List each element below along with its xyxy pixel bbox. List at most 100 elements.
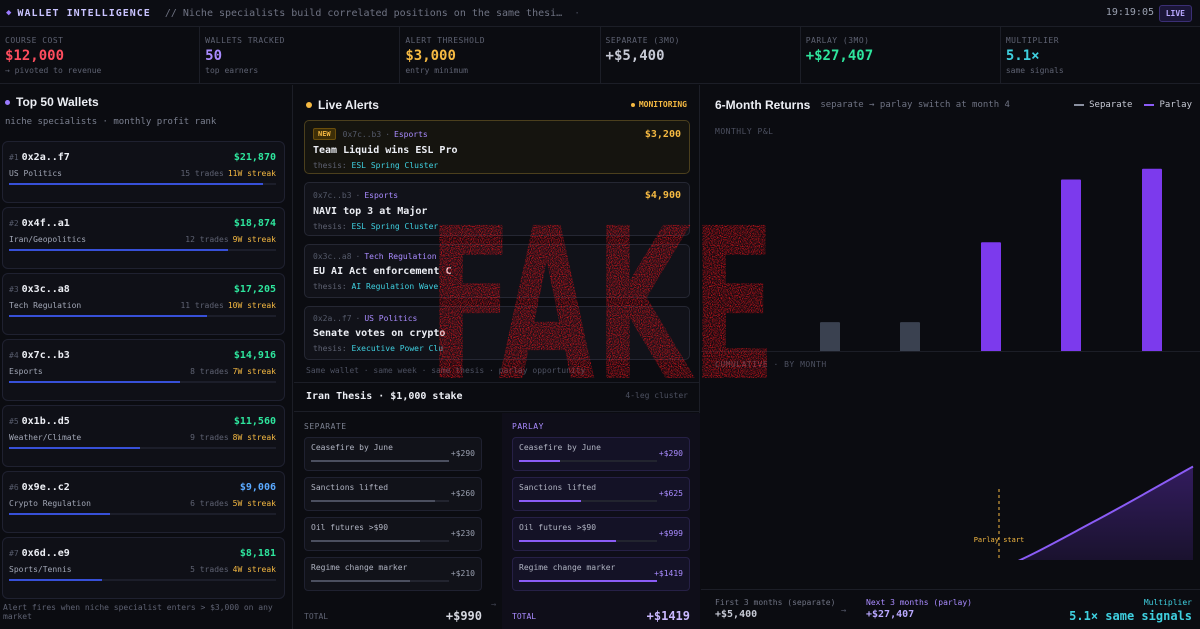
leg-amount: +$230: [450, 529, 475, 538]
separate-column: SEPARATE Ceasefire by June +$290 Sanctions…: [294, 413, 492, 629]
wallet-category: Sports/Tennis: [9, 565, 72, 574]
alert-title: Team Liquid wins ESL Pro: [313, 145, 458, 156]
separate-label: SEPARATE: [304, 422, 347, 431]
wallet-card[interactable]: #5 0x1b..d5 $11,560 Weather/Climate 9 trades…: [2, 405, 285, 467]
wallet-address: 0x6d..e9: [21, 548, 70, 559]
wallet-progress-fill: [9, 381, 180, 383]
wallet-category: Esports: [9, 367, 43, 376]
multiplier-summary: Multiplier 5.1× same signals: [1069, 598, 1192, 623]
wallet-card[interactable]: #3 0x3c..a8 $17,205 Tech Regulation 11 trade…: [2, 273, 285, 335]
leg-progress-fill: [519, 460, 561, 462]
alert-address: 0x3c..a8: [313, 252, 352, 261]
thesis-link[interactable]: ESL Spring Cluster: [352, 222, 439, 231]
wallet-category: Tech Regulation: [9, 301, 82, 310]
parlay-total: TOTAL +$1419: [512, 609, 690, 623]
stat-value: 50: [205, 48, 223, 64]
alert-card[interactable]: NEW 0x7c..b3 · Esports $3,200 Team Liquid win…: [304, 120, 690, 174]
alert-card[interactable]: 0x7c..b3 · Esports $4,900 NAVI top 3 at Majo…: [304, 182, 690, 236]
status-dot-icon: [306, 101, 312, 108]
bar-separate-3: [900, 322, 920, 351]
wallet-address: 0x4f..a1: [21, 218, 70, 229]
returns-subtitle: separate → parlay switch at month 4: [820, 100, 1010, 110]
wallet-card[interactable]: #2 0x4f..a1 $18,874 Iran/Geopolitics 12 trad…: [2, 207, 285, 269]
wallet-address: 0x2a..f7: [21, 152, 70, 163]
leg-card: Ceasefire by June +$290: [512, 437, 690, 471]
stat-card: SEPARATE (3MO) +$5,400: [601, 27, 801, 83]
thesis-link[interactable]: Executive Power Clu: [352, 344, 444, 353]
alert-card[interactable]: 0x3c..a8 · Tech Regulation EU AI Act enforc…: [304, 244, 690, 298]
stat-value: +$5,400: [605, 48, 665, 64]
wallet-trades: 12 trades: [185, 235, 229, 244]
alert-address: 0x2a..f7: [313, 314, 352, 323]
wallet-streak: 9W streak: [232, 235, 276, 244]
leg-amount: +$999: [658, 529, 683, 538]
leg-progress-track: [519, 540, 657, 542]
leg-card: Oil futures >$90 +$999: [512, 517, 690, 551]
leg-progress-track: [311, 460, 449, 462]
alert-category: US Politics: [364, 314, 418, 323]
wallet-progress-track: [9, 513, 276, 515]
stat-label: MULTIPLIER: [1005, 36, 1060, 45]
wallet-progress-fill: [9, 249, 228, 251]
wallet-category: Iran/Geopolitics: [9, 235, 87, 244]
brand-title: WALLET INTELLIGENCE: [17, 7, 151, 19]
wallet-address: 0x7c..b3: [21, 350, 70, 361]
monitoring-badge: MONITORING: [630, 100, 687, 109]
alert-address: 0x7c..b3: [342, 129, 382, 139]
returns-footer: First 3 months (separate) +$5,400 → Next…: [701, 589, 1200, 629]
stat-card: ALERT THRESHOLD $3,000 entry minimum: [400, 27, 601, 83]
thesis-label: thesis:: [313, 222, 347, 231]
wallet-streak: 8W streak: [232, 433, 276, 442]
wallets-panel-title: Top 50 Wallets: [5, 95, 286, 109]
wallets-footer: Alert fires when niche specialist enters…: [3, 603, 273, 621]
wallet-pnl: $8,181: [239, 548, 276, 559]
alert-title: Senate votes on crypto: [313, 328, 446, 339]
leg-card: Sanctions lifted +$260: [304, 477, 482, 511]
thesis-label: thesis:: [313, 161, 347, 170]
thesis-link[interactable]: AI Regulation Wave: [352, 282, 439, 291]
stats-row: COURSE COST $12,000 → pivoted to revenue WA…: [0, 27, 1200, 84]
wallet-address: 0x9e..c2: [21, 482, 70, 493]
thesis-label: thesis:: [313, 282, 347, 291]
live-button[interactable]: LIVE: [1158, 5, 1192, 22]
wallet-progress-fill: [9, 315, 207, 317]
leg-progress-track: [519, 500, 657, 502]
alert-amount: $4,900: [644, 190, 681, 201]
leg-card: Ceasefire by June +$290: [304, 437, 482, 471]
alert-amount: $3,200: [644, 128, 681, 140]
stat-value: $12,000: [5, 48, 65, 64]
leg-progress-fill: [311, 580, 411, 582]
stat-card: MULTIPLIER 5.1× same signals: [1001, 27, 1200, 83]
leg-progress-track: [311, 540, 449, 542]
leg-progress-fill: [519, 500, 582, 502]
alert-category: Esports: [364, 191, 399, 200]
legend-swatch-parlay: [1144, 104, 1155, 106]
wallet-progress-track: [9, 315, 276, 317]
legend-swatch-separate: [1074, 104, 1085, 106]
alert-address: 0x7c..b3: [313, 191, 352, 200]
bar-parlay-4: [981, 242, 1001, 351]
wallet-trades: 8 trades: [190, 367, 229, 376]
wallet-card[interactable]: #4 0x7c..b3 $14,916 Esports 8 trades 7W strea…: [2, 339, 285, 401]
wallet-card[interactable]: #7 0x6d..e9 $8,181 Sports/Tennis 5 trades 4W …: [2, 537, 285, 599]
separator-dot-icon: ·: [355, 314, 361, 323]
wallet-category: US Politics: [9, 169, 62, 178]
iran-legs-label: 4-leg cluster: [625, 391, 688, 400]
legend-separate[interactable]: Separate: [1074, 100, 1132, 110]
pulse-dot-icon: [630, 102, 635, 107]
alert-card[interactable]: 0x2a..f7 · US Politics Senate votes on cryp…: [304, 306, 690, 360]
thesis-link[interactable]: ESL Spring Cluster: [352, 161, 439, 170]
legend-parlay[interactable]: Parlay: [1144, 100, 1192, 110]
next-months-summary: Next 3 months (parlay) +$27,407: [866, 598, 972, 620]
thesis-label: thesis:: [313, 344, 347, 353]
wallet-card[interactable]: #1 0x2a..f7 $21,870 US Politics 15 trades 11W…: [2, 141, 285, 203]
wallet-card[interactable]: #6 0x9e..c2 $9,006 Crypto Regulation 6 trade…: [2, 471, 285, 533]
leg-progress-fill: [519, 540, 616, 542]
stat-label: WALLETS TRACKED: [205, 36, 285, 45]
alert-title: EU AI Act enforcement C: [313, 266, 452, 277]
wallets-panel: Top 50 Wallets niche specialists · month…: [0, 85, 293, 629]
wallet-progress-fill: [9, 447, 140, 449]
wallet-progress-track: [9, 579, 276, 581]
stat-sub: top earners: [205, 66, 259, 75]
wallet-category: Weather/Climate: [9, 433, 82, 442]
